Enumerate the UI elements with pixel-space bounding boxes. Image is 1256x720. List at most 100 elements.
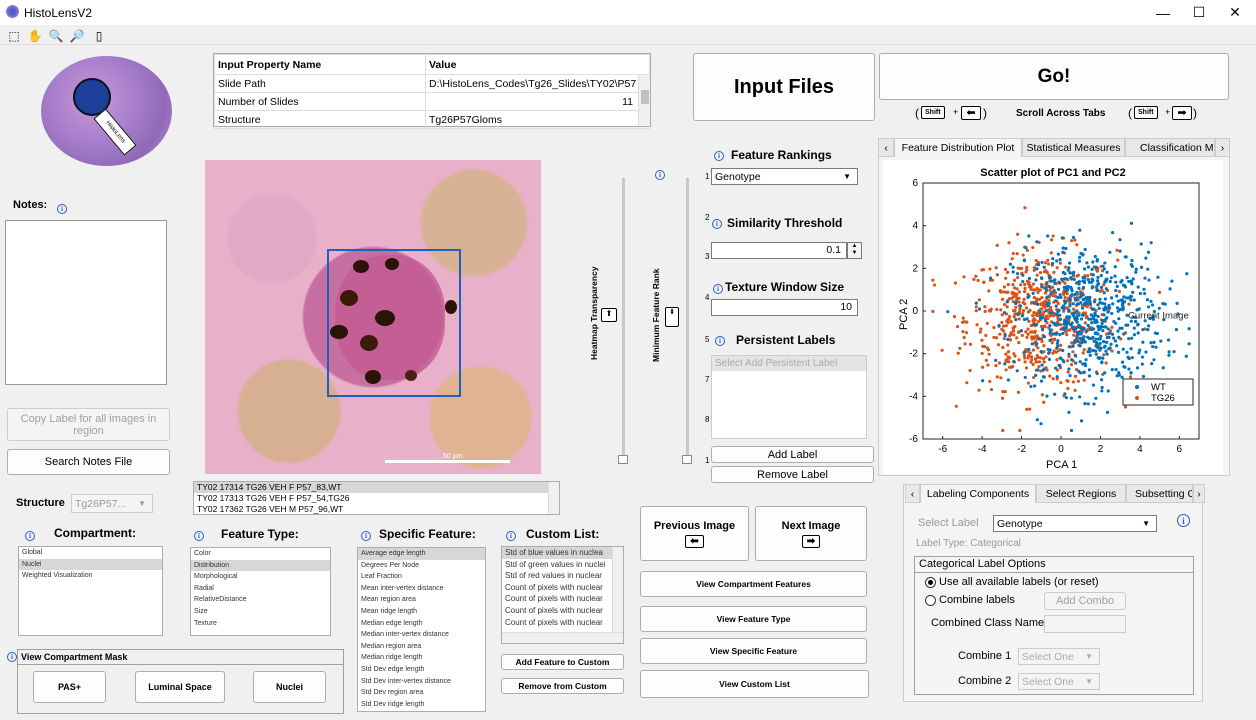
- tab-subsetting[interactable]: Subsetting C: [1126, 484, 1193, 503]
- info-icon[interactable]: i: [194, 531, 204, 541]
- list-item[interactable]: Std of blue values in nuclea: [502, 547, 623, 559]
- list-item[interactable]: TY02 17313 TG26 VEH F P57_54,TG26: [194, 493, 559, 504]
- list-item[interactable]: Std of red values in nuclear: [502, 570, 623, 582]
- list-item[interactable]: Median edge length: [358, 618, 485, 630]
- similarity-threshold-spinner[interactable]: 0.1: [711, 242, 847, 259]
- list-item[interactable]: Mean region area: [358, 594, 485, 606]
- view-specific-feature-button[interactable]: View Specific Feature: [640, 638, 867, 664]
- feature-type-listbox[interactable]: Color Distribution Morphological Radial …: [190, 547, 331, 636]
- info-icon[interactable]: i: [361, 531, 371, 541]
- list-item[interactable]: Nuclei: [19, 558, 162, 571]
- next-image-button[interactable]: Next Image ➡: [755, 506, 867, 561]
- list-item[interactable]: Global: [19, 547, 162, 559]
- list-item[interactable]: Std Dev inter-vertex distance: [358, 676, 485, 688]
- go-button[interactable]: Go!: [879, 53, 1229, 100]
- structure-dropdown[interactable]: Tg26P57... ▼: [71, 494, 153, 513]
- list-item[interactable]: Radial: [191, 583, 330, 595]
- texture-window-input[interactable]: 10: [711, 299, 858, 316]
- tab-scroll-left[interactable]: ‹: [878, 138, 894, 157]
- add-combo-button[interactable]: Add Combo: [1044, 592, 1126, 610]
- pan-icon[interactable]: ✋: [27, 28, 43, 44]
- tab-scroll-left[interactable]: ‹: [905, 484, 920, 503]
- list-item[interactable]: Median ridge length: [358, 652, 485, 664]
- image-listbox[interactable]: TY02 17314 TG26 VEH F P57_83,WT TY02 173…: [193, 481, 560, 515]
- combined-name-input[interactable]: [1044, 615, 1126, 633]
- list-item[interactable]: Average edge length: [358, 548, 485, 560]
- copy-label-button[interactable]: Copy Label for all images in region: [7, 408, 170, 441]
- info-icon[interactable]: i: [506, 531, 516, 541]
- data-cursor-icon[interactable]: ▯: [91, 28, 107, 44]
- use-all-radio[interactable]: [925, 577, 936, 588]
- spinner-arrows-icon[interactable]: ▲ ▼: [847, 242, 862, 259]
- view-custom-list-button[interactable]: View Custom List: [640, 670, 869, 698]
- list-item[interactable]: Leaf Fraction: [358, 571, 485, 583]
- tab-feature-distribution[interactable]: Feature Distribution Plot: [894, 138, 1022, 157]
- rank-slider-track[interactable]: [686, 178, 689, 460]
- list-item[interactable]: TY02 17362 TG26 VEH M P57_96,WT: [194, 504, 559, 514]
- list-item[interactable]: Std Dev ridge length: [358, 699, 485, 711]
- view-compartment-features-button[interactable]: View Compartment Features: [640, 571, 867, 597]
- info-icon[interactable]: i: [7, 652, 17, 662]
- list-item[interactable]: Morphological: [191, 571, 330, 583]
- list-item[interactable]: Count of pixels with nuclear: [502, 605, 623, 617]
- zoom-out-icon[interactable]: 🔎: [69, 28, 85, 44]
- list-item[interactable]: Size: [191, 606, 330, 618]
- list-item[interactable]: Mean inter-vertex distance: [358, 583, 485, 595]
- list-item[interactable]: Count of pixels with nuclear: [502, 593, 623, 605]
- tab-scroll-right[interactable]: ›: [1215, 138, 1230, 157]
- list-item[interactable]: Weighted Visualization: [19, 570, 162, 582]
- remove-label-button[interactable]: Remove Label: [711, 466, 874, 483]
- specific-feature-listbox[interactable]: Average edge length Degrees Per Node Lea…: [357, 547, 486, 712]
- list-item[interactable]: Count of pixels with nuclear: [502, 617, 623, 629]
- info-icon[interactable]: i: [1177, 514, 1190, 527]
- select-label-dropdown[interactable]: Genotype ▼: [993, 515, 1157, 532]
- info-icon[interactable]: i: [714, 151, 724, 161]
- select-icon[interactable]: ⬚: [6, 28, 22, 44]
- tab-labeling-components[interactable]: Labeling Components: [920, 484, 1036, 503]
- combine-radio[interactable]: [925, 595, 936, 606]
- tab-statistical-measures[interactable]: Statistical Measures: [1022, 138, 1125, 157]
- info-icon[interactable]: i: [25, 531, 35, 541]
- heatmap-slider-track[interactable]: [622, 178, 625, 460]
- table-scrollbar[interactable]: [638, 75, 650, 126]
- list-item[interactable]: Median region area: [358, 641, 485, 653]
- luminal-space-button[interactable]: Luminal Space: [135, 671, 225, 703]
- list-scrollbar[interactable]: [612, 547, 623, 633]
- list-item[interactable]: Std of green values in nuclei: [502, 559, 623, 571]
- info-icon[interactable]: i: [57, 204, 67, 214]
- search-notes-button[interactable]: Search Notes File: [7, 449, 170, 475]
- list-item[interactable]: Mean ridge length: [358, 606, 485, 618]
- notes-textarea[interactable]: [5, 220, 167, 385]
- info-icon[interactable]: i: [715, 336, 725, 346]
- histology-image[interactable]: 50 µm: [205, 160, 541, 474]
- list-item[interactable]: TY02 17314 TG26 VEH F P57_83,WT: [194, 482, 559, 493]
- combine-1-dropdown[interactable]: Select One ▼: [1018, 648, 1100, 665]
- list-item[interactable]: RelativeDistance: [191, 594, 330, 606]
- selection-box[interactable]: [327, 249, 461, 397]
- tab-scroll-right[interactable]: ›: [1193, 484, 1205, 503]
- info-icon[interactable]: i: [712, 219, 722, 229]
- nuclei-button[interactable]: Nuclei: [253, 671, 326, 703]
- list-item[interactable]: Std Dev region area: [358, 687, 485, 699]
- feature-rankings-dropdown[interactable]: Genotype ▼: [711, 168, 858, 185]
- heatmap-slider-thumb[interactable]: [618, 455, 628, 464]
- rank-slider-thumb[interactable]: [682, 455, 692, 464]
- input-property-table[interactable]: Input Property Name Value Slide Path D:\Hi…: [213, 53, 651, 129]
- list-item[interactable]: Distribution: [191, 559, 330, 572]
- list-item[interactable]: Count of pixels with nuclear: [502, 582, 623, 594]
- list-item[interactable]: Color: [191, 548, 330, 560]
- compartment-listbox[interactable]: Global Nuclei Weighted Visualization: [18, 546, 163, 636]
- info-icon[interactable]: i: [713, 284, 723, 294]
- custom-listbox[interactable]: Std of blue values in nuclea Std of gree…: [501, 546, 624, 644]
- remove-from-custom-button[interactable]: Remove from Custom: [501, 678, 624, 694]
- horizontal-scrollbar[interactable]: [502, 632, 623, 643]
- tab-classification[interactable]: Classification Mo: [1125, 138, 1215, 157]
- pas-button[interactable]: PAS+: [33, 671, 106, 703]
- input-files-button[interactable]: Input Files: [693, 53, 875, 121]
- close-button[interactable]: ✕: [1212, 0, 1256, 25]
- list-scrollbar[interactable]: [548, 482, 559, 514]
- previous-image-button[interactable]: Previous Image ⬅: [640, 506, 749, 561]
- add-feature-to-custom-button[interactable]: Add Feature to Custom: [501, 654, 624, 670]
- view-feature-type-button[interactable]: View Feature Type: [640, 606, 867, 632]
- tab-select-regions[interactable]: Select Regions: [1036, 484, 1126, 503]
